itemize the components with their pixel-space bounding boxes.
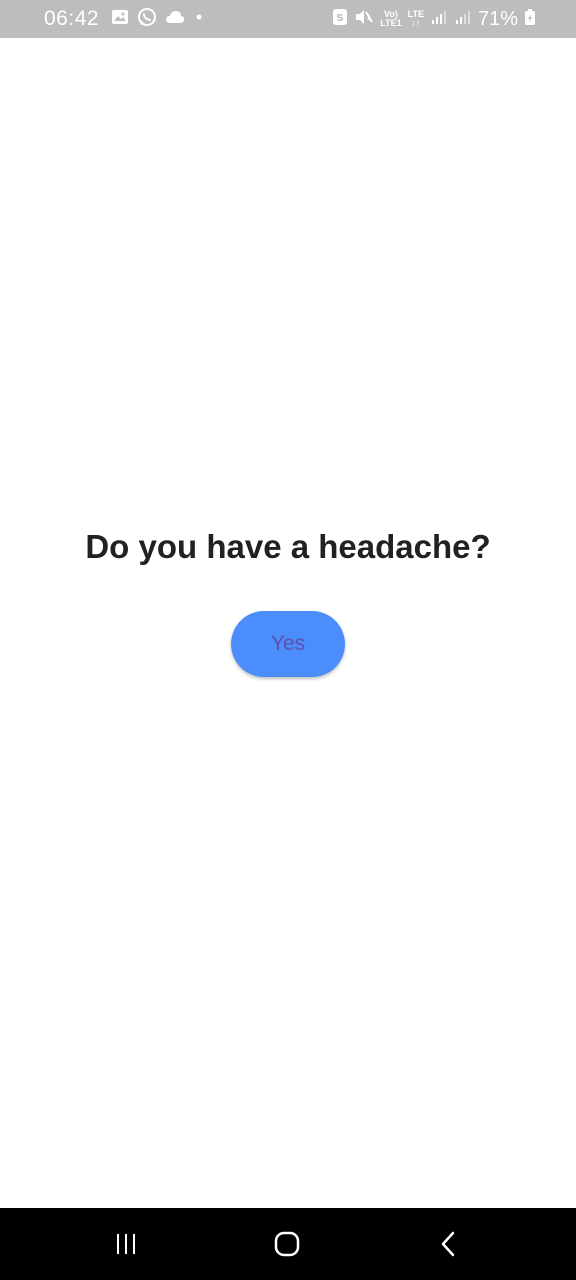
home-icon	[274, 1231, 300, 1257]
cloud-icon	[165, 10, 185, 29]
lte-arrows: ↓↑	[411, 18, 421, 28]
volte-icon: Vo) LTE1	[380, 10, 401, 28]
back-icon	[441, 1231, 455, 1257]
home-button[interactable]	[247, 1208, 327, 1280]
recents-icon	[117, 1234, 135, 1254]
recents-button[interactable]	[86, 1208, 166, 1280]
battery-icon	[524, 8, 536, 31]
yes-button[interactable]: Yes	[231, 611, 345, 677]
battery-percent: 71%	[477, 7, 518, 30]
status-bar: 06:42 S Vo) LTE1 LTE ↓↑ 71%	[0, 0, 576, 38]
lte-icon: LTE ↓↑	[408, 10, 424, 28]
status-left-group: 06:42	[44, 0, 205, 38]
mute-icon	[354, 8, 374, 31]
whatsapp-icon	[137, 7, 157, 32]
navigation-bar	[0, 1208, 576, 1280]
volte-bottom-label: LTE1	[380, 18, 402, 28]
gallery-icon	[111, 8, 129, 31]
save-icon: S	[332, 8, 348, 31]
signal-icon	[430, 9, 448, 30]
status-time: 06:42	[44, 7, 100, 30]
signal-icon	[454, 9, 472, 30]
svg-text:S: S	[337, 13, 344, 24]
main-content: Do you have a headache? Yes	[0, 38, 576, 1208]
dot-icon	[193, 10, 205, 28]
question-title: Do you have a headache?	[85, 528, 491, 565]
back-button[interactable]	[409, 1208, 489, 1280]
status-right-group: S Vo) LTE1 LTE ↓↑ 71%	[332, 0, 536, 38]
